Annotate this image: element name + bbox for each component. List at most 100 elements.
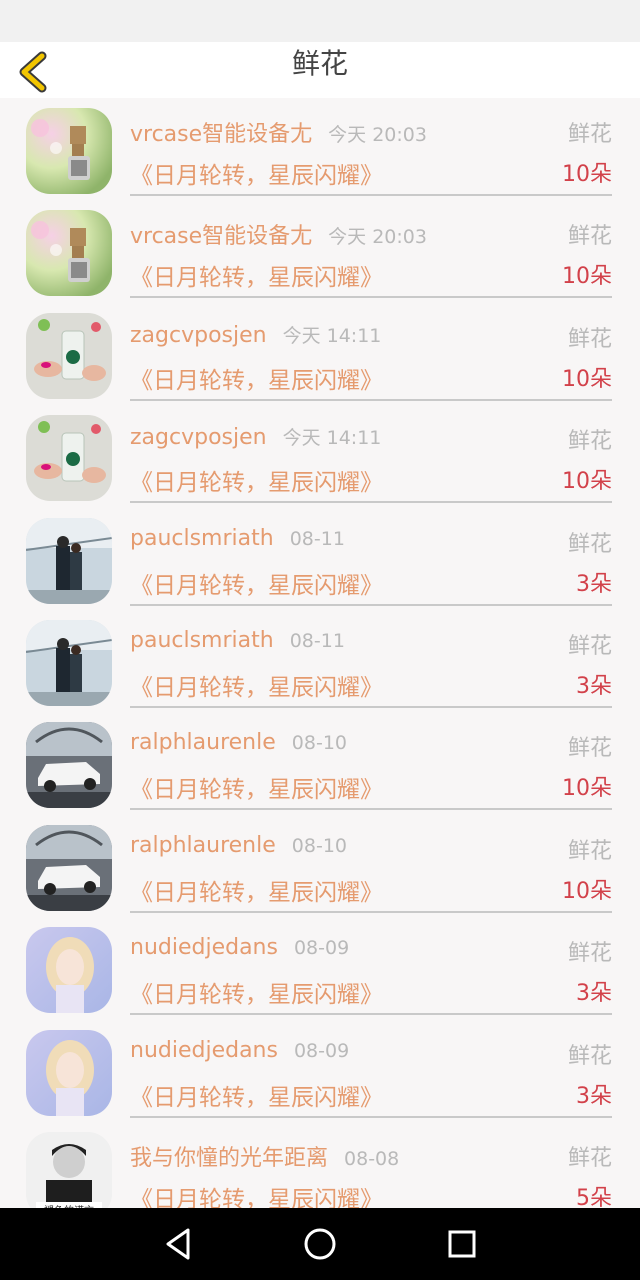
sender-name: ralphlaurenle 08-10	[130, 833, 347, 858]
gift-row[interactable]: nudiedjedans 08-09 鲜花《日月轮转，星辰闪耀》 3朵	[0, 1020, 640, 1122]
avatar[interactable]	[26, 1029, 112, 1116]
timestamp: 今天 14:11	[282, 324, 382, 347]
row-divider	[130, 501, 612, 504]
gift-type-label: 鲜花	[567, 1146, 612, 1171]
row-divider	[130, 398, 612, 401]
song-title: 《日月轮转，星辰闪耀》	[130, 1187, 383, 1208]
gift-type-label: 鲜花	[567, 634, 612, 659]
avatar[interactable]	[26, 517, 112, 604]
flower-count: 10朵	[562, 878, 612, 904]
song-title: 《日月轮转，星辰闪耀》	[130, 470, 383, 497]
gift-type-label: 鲜花	[567, 224, 612, 250]
sender-name-text: pauclsmriath	[130, 628, 274, 653]
avatar[interactable]	[26, 210, 112, 297]
gift-type-label: 鲜花	[567, 941, 612, 967]
sender-name: 我与你憧的光年距离 08-08	[130, 1140, 399, 1172]
row-divider	[130, 910, 612, 913]
sender-name-text: ralphlaurenle	[130, 730, 276, 756]
timestamp: 今天 14:11	[282, 427, 382, 450]
gift-row[interactable]: nudiedjedans 08-09 鲜花 《日月轮转，星辰闪耀》 3朵	[0, 917, 640, 1019]
song-title: 《日月轮转，星辰闪耀》	[130, 675, 383, 701]
avatar[interactable]: 褪色的诺言	[26, 1132, 112, 1208]
gift-row[interactable]: vrcase智能设备尢 今天 20:03 鲜花《日月轮转，星辰闪耀》 10朵	[0, 200, 640, 302]
timestamp: 08-10	[291, 732, 347, 755]
sender-name: pauclsmriath 08-11	[130, 628, 345, 653]
song-title: 《日月轮转，星辰闪耀》	[130, 367, 383, 394]
sender-name: zagcvposjen 今天 14:11	[130, 321, 381, 348]
gift-row[interactable]: zagcvposjen 今天 14:11 鲜花《日月轮转，星辰闪耀》 10朵	[0, 303, 640, 405]
sender-name-text: ralphlaurenle	[130, 832, 276, 858]
avatar[interactable]	[26, 824, 112, 911]
sender-name-text: 我与你憧的光年距离	[130, 1146, 329, 1171]
sender-name: vrcase智能设备尢 今天 20:03	[130, 218, 427, 250]
sender-name: zagcvposjen 今天 14:11	[130, 423, 381, 450]
gift-row[interactable]: vrcase智能设备尢 今天 20:03 鲜花 《日月轮转，星辰闪耀》 10朵	[0, 98, 640, 200]
song-title: 《日月轮转，星辰闪耀》	[130, 265, 383, 292]
song-title: 《日月轮转，星辰闪耀》	[130, 777, 383, 804]
gift-type-label: 鲜花	[567, 122, 612, 147]
song-title: 《日月轮转，星辰闪耀》	[130, 1084, 383, 1111]
nav-back-button[interactable]	[158, 1222, 202, 1266]
row-divider	[130, 706, 612, 708]
sender-name-text: vrcase智能设备尢	[130, 122, 313, 147]
flower-count: 10朵	[562, 469, 612, 495]
avatar[interactable]	[26, 927, 112, 1014]
sender-name-text: vrcase智能设备尢	[130, 224, 313, 250]
timestamp: 08-11	[289, 527, 345, 550]
sender-name: ralphlaurenle 08-10	[130, 730, 347, 755]
gift-list[interactable]: vrcase智能设备尢 今天 20:03 鲜花 《日月轮转，星辰闪耀》 10朵 vrcas…	[0, 98, 640, 1208]
gift-row[interactable]: 褪色的诺言我与你憧的光年距离 08-08 鲜花《日月轮转，星辰闪耀》 5朵	[0, 1122, 640, 1208]
gift-type-label: 鲜花	[567, 326, 612, 352]
page-title: 鲜花	[291, 47, 348, 80]
timestamp: 08-09	[293, 937, 350, 960]
flower-count: 3朵	[576, 674, 612, 699]
song-title: 《日月轮转，星辰闪耀》	[130, 572, 383, 599]
timestamp: 08-11	[289, 630, 345, 652]
circle-home-icon	[304, 1228, 336, 1260]
avatar[interactable]	[26, 620, 112, 706]
sender-name-text: nudiedjedans	[130, 935, 278, 961]
flower-count: 3朵	[576, 1083, 612, 1109]
timestamp: 08-08	[344, 1148, 400, 1170]
gift-row[interactable]: ralphlaurenle 08-10 鲜花《日月轮转，星辰闪耀》 10朵	[0, 712, 640, 814]
flower-count: 3朵	[576, 571, 612, 597]
row-divider	[130, 603, 612, 606]
row-divider	[130, 296, 612, 299]
gift-row[interactable]: pauclsmriath 08-11 鲜花 《日月轮转，星辰闪耀》 3朵	[0, 508, 640, 610]
system-nav-bar	[0, 1208, 640, 1280]
song-title: 《日月轮转，星辰闪耀》	[130, 982, 383, 1009]
nav-home-button[interactable]	[298, 1222, 342, 1266]
gift-row[interactable]: ralphlaurenle 08-10 鲜花《日月轮转，星辰闪耀》 10朵	[0, 815, 640, 917]
sender-name: pauclsmriath 08-11	[130, 526, 345, 551]
song-title: 《日月轮转，星辰闪耀》	[130, 879, 383, 906]
sender-name-text: nudiedjedans	[130, 1037, 278, 1063]
gift-type-label: 鲜花	[567, 736, 612, 762]
gift-row[interactable]: pauclsmriath 08-11 鲜花《日月轮转，星辰闪耀》 3朵	[0, 610, 640, 712]
row-divider	[130, 194, 612, 196]
avatar[interactable]	[26, 415, 112, 502]
row-divider	[130, 1013, 612, 1016]
flower-count: 5朵	[576, 1186, 612, 1208]
header-bar: 鲜花	[0, 42, 640, 98]
gift-type-label: 鲜花	[567, 1043, 612, 1069]
gift-type-label: 鲜花	[567, 838, 612, 864]
flower-count: 10朵	[562, 366, 612, 392]
sender-name: nudiedjedans 08-09	[130, 1038, 349, 1063]
triangle-back-icon	[166, 1228, 190, 1260]
flower-count: 10朵	[562, 776, 612, 802]
timestamp: 今天 20:03	[328, 124, 427, 146]
timestamp: 08-10	[291, 834, 347, 857]
avatar[interactable]	[26, 722, 112, 809]
row-divider	[130, 1115, 612, 1118]
avatar[interactable]	[26, 108, 112, 194]
row-divider	[130, 808, 612, 811]
gift-type-label: 鲜花	[567, 429, 612, 455]
timestamp: 今天 20:03	[328, 226, 427, 249]
nav-recent-button[interactable]	[440, 1222, 484, 1266]
sender-name-text: pauclsmriath	[130, 525, 274, 551]
avatar[interactable]	[26, 312, 112, 399]
song-title: 《日月轮转，星辰闪耀》	[130, 163, 383, 189]
sender-name-text: zagcvposjen	[130, 425, 267, 451]
flower-count: 10朵	[562, 264, 612, 290]
gift-row[interactable]: zagcvposjen 今天 14:11 鲜花《日月轮转，星辰闪耀》 10朵	[0, 405, 640, 507]
